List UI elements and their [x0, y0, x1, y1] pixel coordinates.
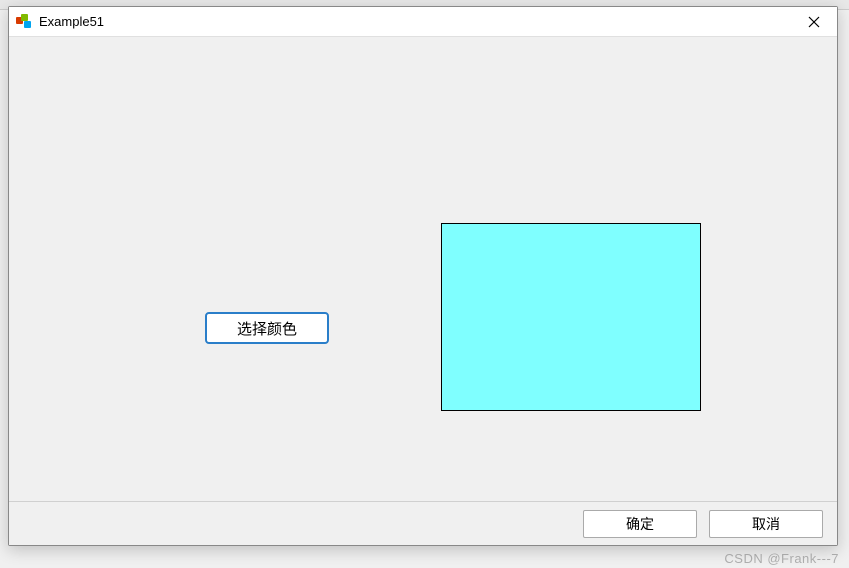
app-icon — [15, 13, 33, 31]
select-color-button[interactable]: 选择颜色 — [205, 312, 329, 344]
watermark-text: CSDN @Frank---7 — [724, 551, 839, 566]
dialog-body: 选择颜色 — [9, 37, 837, 501]
dialog-window: Example51 选择颜色 确定 取消 — [8, 6, 838, 546]
close-icon — [808, 16, 820, 28]
color-preview-panel — [441, 223, 701, 411]
titlebar[interactable]: Example51 — [9, 7, 837, 37]
button-bar: 确定 取消 — [9, 501, 837, 545]
window-title: Example51 — [39, 14, 791, 29]
ok-button[interactable]: 确定 — [583, 510, 697, 538]
close-button[interactable] — [791, 7, 837, 37]
cancel-button[interactable]: 取消 — [709, 510, 823, 538]
